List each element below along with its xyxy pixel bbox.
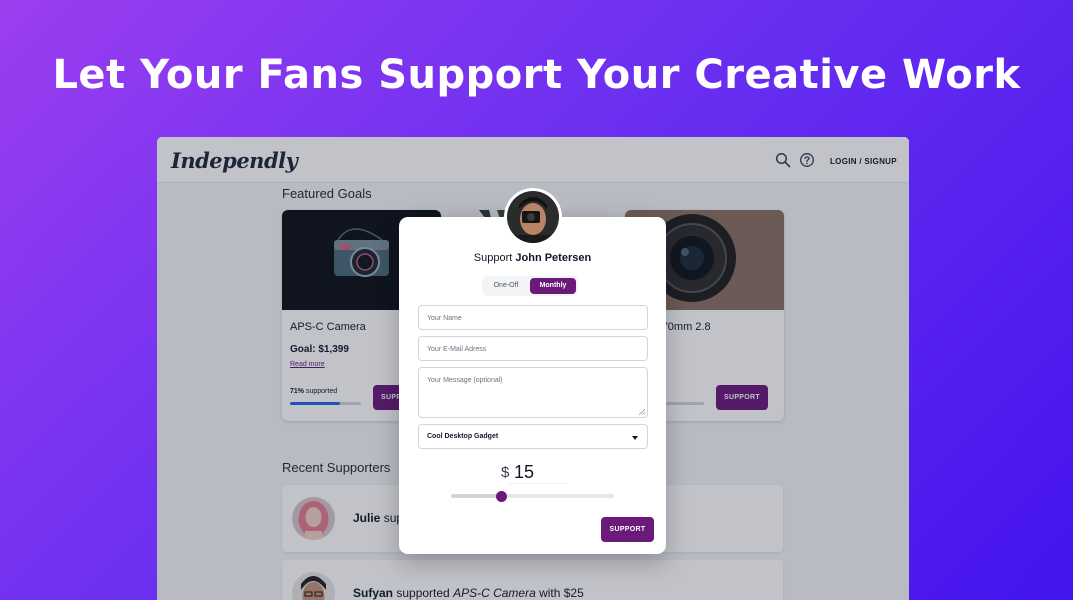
email-field[interactable]: Your E-Mail Adress: [418, 336, 648, 361]
currency-symbol: $: [501, 464, 510, 481]
toggle-monthly[interactable]: Monthly: [530, 278, 576, 294]
reward-select[interactable]: Cool Desktop Gadget: [418, 424, 648, 449]
message-field[interactable]: Your Message (optional): [418, 367, 648, 418]
support-modal: Support John Petersen One-Off Monthly Yo…: [399, 217, 666, 554]
select-value: Cool Desktop Gadget: [427, 433, 499, 440]
name-field[interactable]: Your Name: [418, 305, 648, 330]
slider-thumb[interactable]: [496, 491, 508, 502]
modal-support-button[interactable]: SUPPORT: [601, 517, 654, 542]
creator-avatar: [504, 188, 562, 246]
toggle-one-off[interactable]: One-Off: [484, 278, 528, 294]
chevron-down-icon: [632, 436, 638, 440]
message-placeholder: Your Message (optional): [427, 377, 503, 384]
creator-name: John Petersen: [515, 252, 592, 264]
resize-handle-icon[interactable]: [639, 409, 645, 415]
slider-fill: [451, 494, 502, 498]
amount-input[interactable]: $ 15: [501, 460, 567, 484]
frequency-toggle: One-Off Monthly: [482, 276, 578, 296]
modal-title: Support John Petersen: [399, 252, 666, 264]
creator-photo: [507, 191, 559, 243]
modal-title-prefix: Support: [473, 252, 516, 264]
amount-value: 15: [514, 462, 535, 482]
amount-underline: [509, 483, 567, 484]
amount-slider[interactable]: [451, 491, 614, 502]
hero-title: Let Your Fans Support Your Creative Work: [52, 52, 1021, 98]
